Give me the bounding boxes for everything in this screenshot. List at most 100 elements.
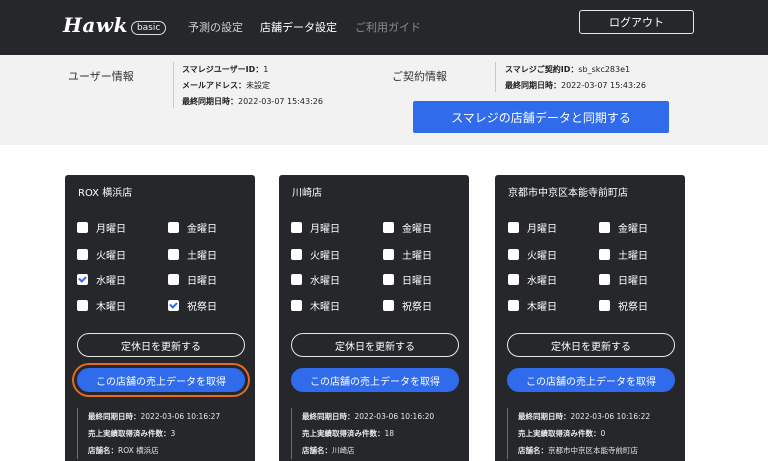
divider — [173, 62, 174, 108]
day-option: 金曜日 — [599, 220, 648, 235]
store-sync-info: 最終同期日時：2022-03-06 10:16:22 売上実績取得済み件数：0 … — [507, 408, 650, 459]
checkbox-holiday[interactable] — [599, 300, 610, 311]
day-option: 土曜日 — [383, 247, 432, 262]
checkbox-tuesday[interactable] — [291, 249, 302, 260]
day-label: 金曜日 — [187, 224, 217, 235]
contract-id-row: スマレジご契約ID：sb_skc283e1 — [505, 63, 630, 76]
store-name: 京都市中京区本能寺前町店 — [508, 188, 628, 199]
checkbox-thursday[interactable] — [508, 300, 519, 311]
nav-forecast-settings[interactable]: 予測の設定 — [188, 19, 243, 35]
checkbox-sunday[interactable] — [168, 274, 179, 285]
contract-sync-label: 最終同期日時： — [505, 81, 561, 90]
day-option: 月曜日 — [77, 220, 126, 235]
checkbox-tuesday[interactable] — [508, 249, 519, 260]
update-holidays-button[interactable]: 定休日を更新する — [291, 333, 459, 357]
checkbox-monday[interactable] — [508, 222, 519, 233]
contract-id-label: スマレジご契約ID： — [505, 65, 579, 74]
info-row: 最終同期日時：2022-03-06 10:16:27 — [88, 408, 220, 425]
day-label: 木曜日 — [310, 302, 340, 313]
info-label: 最終同期日時： — [518, 412, 571, 421]
info-value: 2022-03-06 10:16:22 — [570, 412, 651, 421]
user-id-row: スマレジユーザーID：1 — [182, 63, 268, 76]
contract-sync-row: 最終同期日時：2022-03-07 15:43:26 — [505, 79, 646, 92]
logout-button[interactable]: ログアウト — [579, 10, 694, 34]
info-value: 2022-03-06 10:16:20 — [354, 412, 435, 421]
checkbox-wednesday[interactable] — [77, 274, 88, 285]
day-option: 祝祭日 — [168, 298, 217, 313]
day-label: 火曜日 — [310, 251, 340, 262]
day-option: 月曜日 — [508, 220, 557, 235]
day-option: 土曜日 — [599, 247, 648, 262]
checkbox-friday[interactable] — [168, 222, 179, 233]
checkbox-thursday[interactable] — [291, 300, 302, 311]
checkbox-friday[interactable] — [599, 222, 610, 233]
day-option: 金曜日 — [383, 220, 432, 235]
plan-badge: basic — [130, 20, 167, 35]
day-label: 祝祭日 — [187, 302, 217, 313]
info-label: 店舗名： — [518, 446, 548, 455]
sync-store-data-button[interactable]: スマレジの店舗データと同期する — [413, 101, 669, 133]
checkbox-thursday[interactable] — [77, 300, 88, 311]
info-row: 店舗名：ROX 横浜店 — [88, 442, 220, 459]
checkbox-saturday[interactable] — [168, 249, 179, 260]
checkbox-holiday[interactable] — [168, 300, 179, 311]
day-label: 水曜日 — [96, 276, 126, 287]
checkbox-monday[interactable] — [77, 222, 88, 233]
day-option: 月曜日 — [291, 220, 340, 235]
info-label: 最終同期日時： — [88, 412, 141, 421]
day-option: 祝祭日 — [599, 298, 648, 313]
checkbox-sunday[interactable] — [599, 274, 610, 285]
store-name: 川崎店 — [292, 188, 322, 199]
update-holidays-button[interactable]: 定休日を更新する — [77, 333, 245, 357]
store-name: ROX 横浜店 — [78, 188, 133, 199]
day-label: 日曜日 — [402, 276, 432, 287]
day-label: 金曜日 — [402, 224, 432, 235]
day-label: 日曜日 — [618, 276, 648, 287]
email-row: メールアドレス：未設定 — [182, 79, 270, 92]
day-label: 水曜日 — [310, 276, 340, 287]
info-row: 最終同期日時：2022-03-06 10:16:22 — [518, 408, 650, 425]
day-option: 日曜日 — [599, 272, 648, 287]
info-row: 最終同期日時：2022-03-06 10:16:20 — [302, 408, 434, 425]
fetch-sales-data-button[interactable]: この店舗の売上データを取得 — [77, 368, 245, 392]
checkbox-saturday[interactable] — [599, 249, 610, 260]
day-option: 水曜日 — [508, 272, 557, 287]
day-option: 祝祭日 — [383, 298, 432, 313]
user-info-heading: ユーザー情報 — [68, 70, 134, 83]
contract-id-value: sb_skc283e1 — [578, 65, 631, 74]
fetch-sales-data-button[interactable]: この店舗の売上データを取得 — [291, 368, 459, 392]
checkbox-friday[interactable] — [383, 222, 394, 233]
day-option: 火曜日 — [77, 247, 126, 262]
checkbox-holiday[interactable] — [383, 300, 394, 311]
checkbox-monday[interactable] — [291, 222, 302, 233]
checkbox-tuesday[interactable] — [77, 249, 88, 260]
day-label: 月曜日 — [527, 224, 557, 235]
update-holidays-button[interactable]: 定休日を更新する — [507, 333, 675, 357]
info-value: 川崎店 — [332, 446, 355, 455]
fetch-sales-data-button[interactable]: この店舗の売上データを取得 — [507, 368, 675, 392]
user-id-value: 1 — [263, 65, 269, 74]
day-option: 木曜日 — [508, 298, 557, 313]
checkbox-wednesday[interactable] — [291, 274, 302, 285]
info-value: 京都市中京区本能寺前町店 — [548, 446, 638, 455]
day-label: 木曜日 — [527, 302, 557, 313]
day-option: 火曜日 — [508, 247, 557, 262]
info-label: 店舗名： — [302, 446, 332, 455]
nav-user-guide[interactable]: ご利用ガイド — [355, 19, 421, 35]
info-label: 売上実績取得済み件数： — [518, 429, 601, 438]
hawk-logo[interactable]: Hawk basic — [63, 13, 167, 37]
day-option: 木曜日 — [291, 298, 340, 313]
info-row: 店舗名：京都市中京区本能寺前町店 — [518, 442, 650, 459]
info-value: 0 — [600, 429, 606, 438]
info-label: 店舗名： — [88, 446, 118, 455]
contract-info-heading: ご契約情報 — [392, 70, 447, 83]
divider — [495, 62, 496, 92]
info-row: 売上実績取得済み件数：0 — [518, 425, 650, 442]
checkbox-sunday[interactable] — [383, 274, 394, 285]
day-label: 土曜日 — [402, 251, 432, 262]
nav-store-data-settings[interactable]: 店舗データ設定 — [260, 19, 337, 35]
checkbox-wednesday[interactable] — [508, 274, 519, 285]
day-label: 土曜日 — [187, 251, 217, 262]
checkbox-saturday[interactable] — [383, 249, 394, 260]
day-label: 月曜日 — [96, 224, 126, 235]
